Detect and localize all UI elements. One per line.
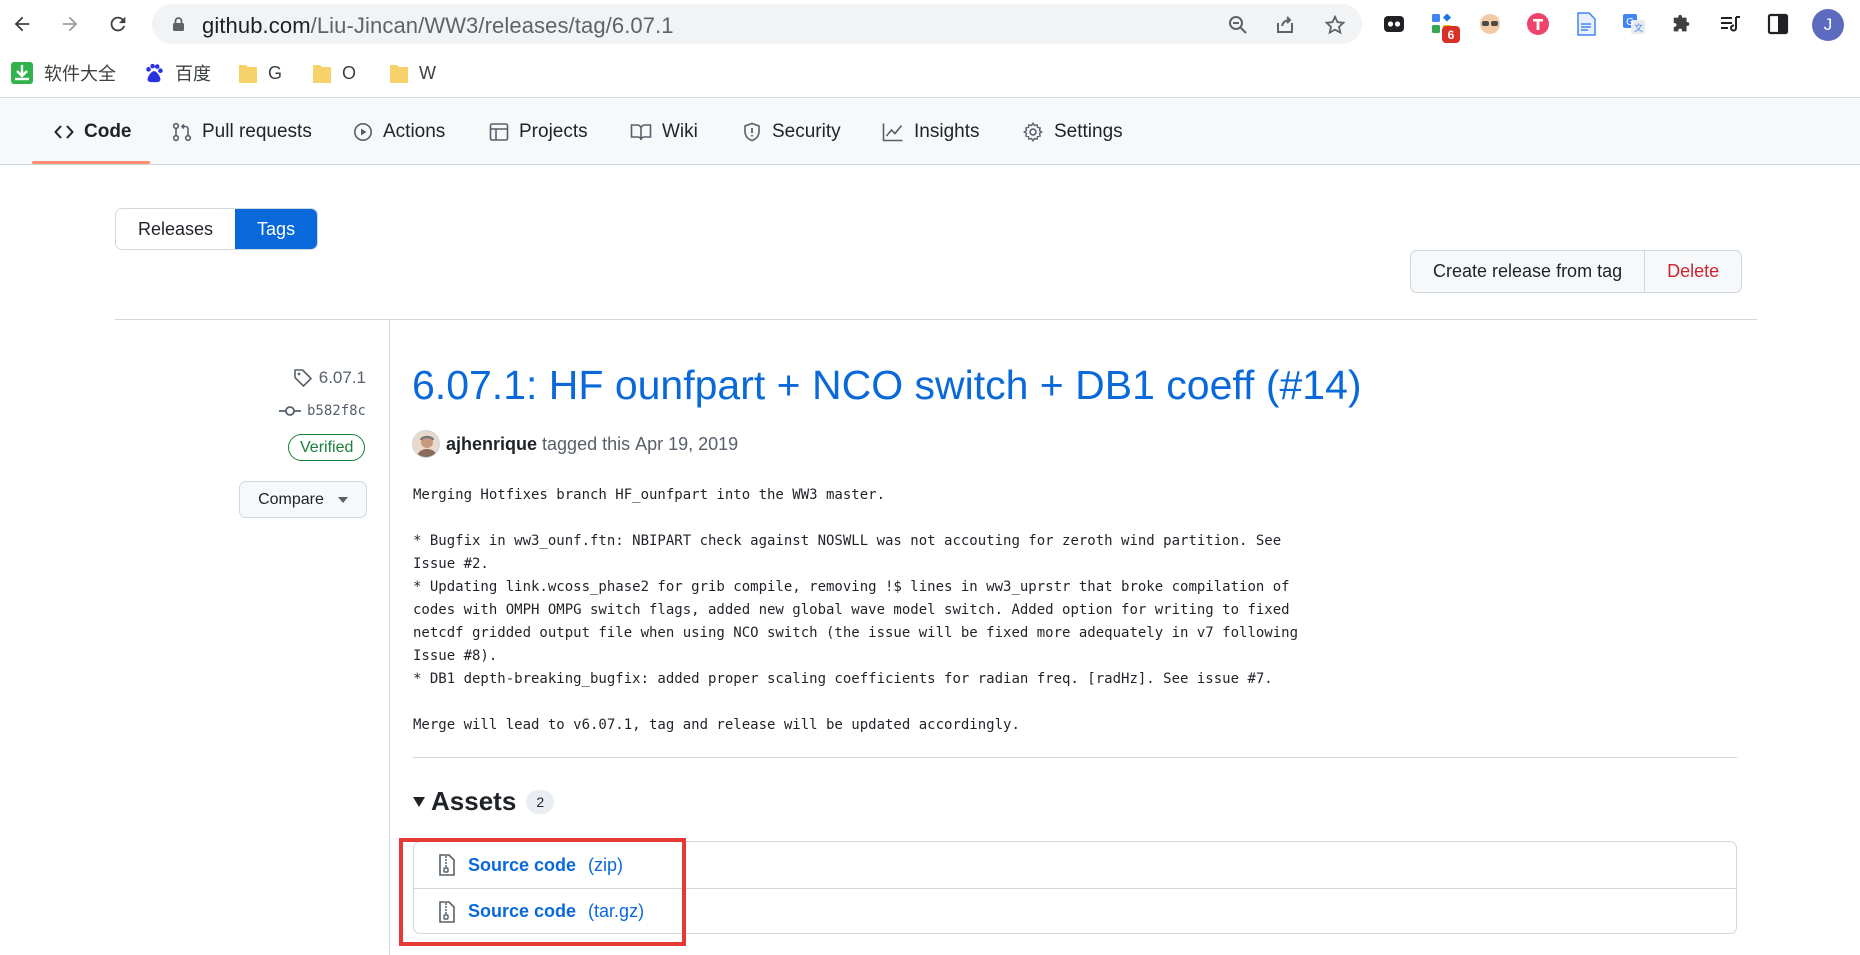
tab-wiki[interactable]: Wiki — [630, 99, 698, 165]
tab-settings[interactable]: Settings — [1022, 99, 1123, 165]
tab-code[interactable]: Code — [54, 99, 132, 165]
zoom-icon[interactable] — [1227, 14, 1249, 36]
triangle-down-icon — [413, 796, 425, 807]
share-icon[interactable] — [1274, 14, 1296, 36]
url-text: github.com/Liu-Jincan/WW3/releases/tag/6… — [202, 13, 674, 38]
extension-badge: 6 — [1442, 26, 1460, 43]
svg-text:文: 文 — [1634, 22, 1643, 34]
reload-icon[interactable] — [104, 10, 132, 38]
bookmark-item[interactable]: 百度 — [143, 60, 211, 86]
commit-link[interactable]: b582f8c — [278, 403, 366, 419]
release-byline: ajhenrique tagged this Apr 19, 2019 — [412, 430, 738, 458]
extension-icon[interactable] — [1380, 10, 1408, 38]
tags-tab[interactable]: Tags — [235, 209, 318, 249]
folder-icon — [389, 62, 409, 84]
tagged-text: tagged this — [542, 433, 631, 454]
address-bar[interactable]: github.com/Liu-Jincan/WW3/releases/tag/6… — [152, 4, 1362, 44]
compare-button[interactable]: Compare — [239, 481, 367, 518]
chevron-down-icon — [337, 496, 348, 503]
releases-tags-toggle: Releases Tags — [115, 208, 319, 250]
document-icon[interactable] — [1572, 10, 1600, 38]
bookmark-item[interactable]: O — [312, 60, 356, 86]
forward-icon[interactable] — [56, 10, 84, 38]
lock-icon[interactable] — [172, 16, 185, 37]
baidu-icon — [143, 62, 165, 84]
table-icon — [489, 122, 509, 142]
assets-title: Assets — [431, 786, 517, 816]
reading-list-icon[interactable] — [1716, 10, 1744, 38]
tab-security[interactable]: Security — [742, 99, 841, 165]
tag-name: 6.07.1 — [318, 368, 366, 387]
compare-label: Compare — [258, 490, 324, 508]
graph-icon — [882, 122, 904, 142]
commit-icon — [278, 404, 301, 418]
tab-insights[interactable]: Insights — [882, 99, 979, 165]
repo-nav: Code Pull requests Actions Projects Wiki… — [0, 99, 1860, 165]
tab-projects[interactable]: Projects — [489, 99, 588, 165]
puzzle-icon[interactable] — [1668, 10, 1696, 38]
svg-text:G: G — [1626, 17, 1634, 28]
extension-icon[interactable] — [1476, 10, 1504, 38]
bookmark-item[interactable]: 软件大全 — [10, 60, 116, 86]
assets-toggle[interactable]: Assets 2 — [413, 786, 555, 817]
code-icon — [54, 122, 74, 142]
side-panel-icon[interactable] — [1764, 10, 1792, 38]
bookmarks-bar: 软件大全 百度 G O W — [0, 48, 1860, 98]
releases-tab[interactable]: Releases — [116, 209, 236, 249]
play-icon — [353, 122, 373, 142]
divider — [115, 319, 1757, 320]
browser-toolbar: github.com/Liu-Jincan/WW3/releases/tag/6… — [0, 0, 1860, 48]
avatar[interactable] — [412, 430, 440, 458]
pull-request-icon — [172, 122, 192, 142]
assets-count: 2 — [526, 789, 555, 814]
shield-icon — [742, 122, 762, 142]
release-notes: Merging Hotfixes branch HF_ounfpart into… — [413, 487, 1299, 733]
tag-link[interactable]: 6.07.1 — [293, 368, 366, 388]
release-title[interactable]: 6.07.1: HF ounfpart + NCO switch + DB1 c… — [412, 362, 1362, 409]
folder-icon — [312, 62, 332, 84]
folder-icon — [238, 62, 258, 84]
back-icon[interactable] — [8, 10, 36, 38]
book-icon — [630, 122, 652, 142]
verified-badge[interactable]: Verified — [288, 434, 366, 461]
star-icon[interactable] — [1324, 14, 1346, 36]
active-tab-indicator — [32, 161, 150, 164]
author-link[interactable]: ajhenrique — [446, 434, 537, 455]
divider — [413, 757, 1737, 758]
gear-icon — [1022, 121, 1044, 143]
create-release-button[interactable]: Create release from tag — [1411, 251, 1646, 292]
delete-button[interactable]: Delete — [1645, 251, 1741, 292]
tag-icon — [293, 368, 313, 388]
translate-icon[interactable]: G文 — [1620, 10, 1648, 38]
annotation-highlight-box — [399, 838, 686, 946]
commit-sha: b582f8c — [306, 403, 366, 419]
download-icon — [10, 61, 34, 85]
release-date: Apr 19, 2019 — [635, 433, 739, 454]
tab-pull-requests[interactable]: Pull requests — [172, 99, 312, 165]
bookmark-item[interactable]: W — [389, 60, 436, 86]
extension-icon[interactable] — [1524, 10, 1552, 38]
tag-actions: Create release from tag Delete — [1410, 250, 1743, 293]
tab-actions[interactable]: Actions — [353, 99, 445, 165]
column-divider — [389, 320, 390, 955]
profile-avatar[interactable]: J — [1812, 9, 1844, 41]
bookmark-item[interactable]: G — [238, 60, 282, 86]
